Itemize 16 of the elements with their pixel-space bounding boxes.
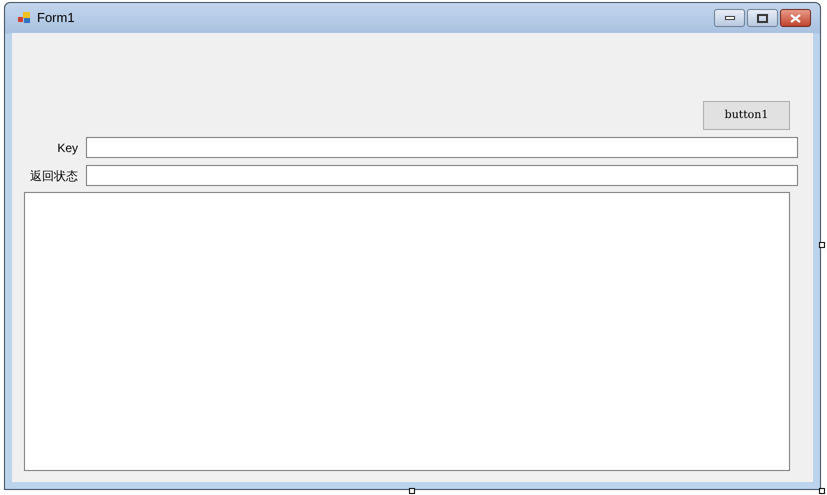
- minimize-icon: [724, 16, 734, 20]
- close-icon: [790, 14, 801, 22]
- text-field[interactable]: [86, 137, 798, 158]
- text-field[interactable]: [86, 165, 798, 186]
- resize-handle[interactable]: [819, 488, 825, 494]
- resize-handle[interactable]: [409, 488, 415, 494]
- button1-button[interactable]: button1: [703, 101, 790, 130]
- window-title: Form1: [37, 9, 75, 28]
- resize-handle[interactable]: [819, 242, 825, 248]
- form-icon: [18, 12, 32, 24]
- field-label: Key: [56, 140, 79, 156]
- field-label: 返回状态: [29, 168, 79, 184]
- maximize-button[interactable]: [747, 9, 778, 27]
- close-button[interactable]: [780, 9, 811, 27]
- minimize-button[interactable]: [714, 9, 745, 27]
- maximize-icon: [757, 14, 768, 22]
